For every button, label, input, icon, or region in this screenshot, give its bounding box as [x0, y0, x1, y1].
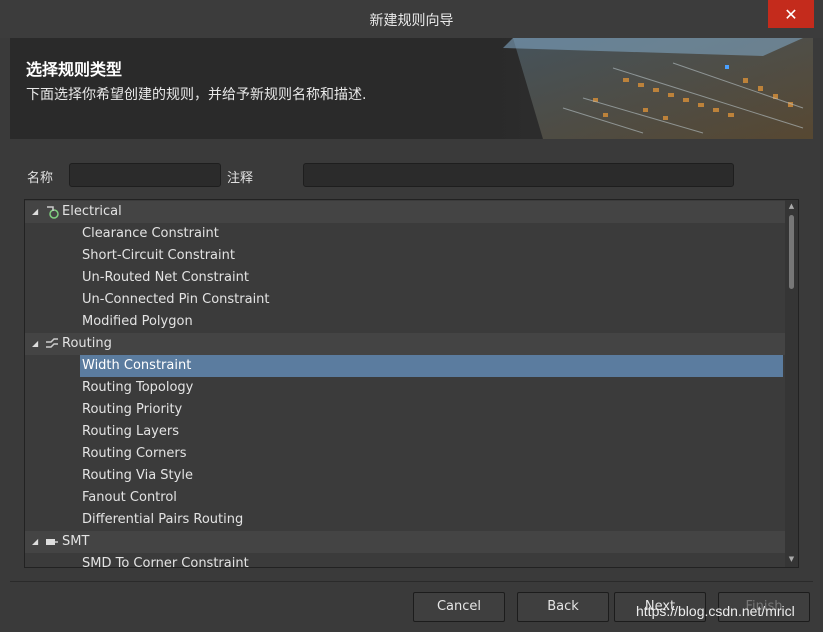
tree-item[interactable]: Routing Topology	[25, 377, 785, 399]
routing-icon	[46, 338, 58, 348]
scroll-thumb[interactable]	[789, 215, 794, 289]
name-input[interactable]	[69, 163, 221, 187]
tree-item-label: Differential Pairs Routing	[82, 512, 244, 527]
banner-description: 下面选择你希望创建的规则，并给予新规则名称和描述.	[26, 87, 367, 103]
scroll-up-arrow-icon[interactable]: ▲	[785, 202, 798, 214]
cancel-button[interactable]: Cancel	[413, 592, 505, 622]
tree-item[interactable]: Short-Circuit Constraint	[25, 245, 785, 267]
tree-item-label: Un-Routed Net Constraint	[82, 270, 249, 285]
tree-item-label: Un-Connected Pin Constraint	[82, 292, 270, 307]
close-button[interactable]: ✕	[768, 0, 814, 28]
banner-heading: 选择规则类型	[26, 60, 123, 79]
tree-item[interactable]: Routing Corners	[25, 443, 785, 465]
tree-item-label: Routing Layers	[82, 424, 179, 439]
tree-item[interactable]: SMD To Corner Constraint	[25, 553, 785, 568]
smt-icon	[46, 539, 58, 545]
tree-item[interactable]: Un-Routed Net Constraint	[25, 267, 785, 289]
tree-item[interactable]: Clearance Constraint	[25, 223, 785, 245]
scroll-down-arrow-icon[interactable]: ▼	[785, 555, 798, 567]
tree-item[interactable]: Fanout Control	[25, 487, 785, 509]
comment-input[interactable]	[303, 163, 734, 187]
tree-item[interactable]: Routing Layers	[25, 421, 785, 443]
tree-item-label: Routing Priority	[82, 402, 183, 417]
tree-item-label: Routing Topology	[82, 380, 194, 395]
electrical-icon	[47, 206, 59, 219]
tree-group-label: SMT	[62, 534, 90, 549]
tree-group-smt[interactable]: ◢ SMT	[25, 531, 785, 553]
footer-divider	[10, 581, 813, 582]
tree-item[interactable]: Differential Pairs Routing	[25, 509, 785, 531]
tree-item[interactable]: Modified Polygon	[25, 311, 785, 333]
close-icon: ✕	[784, 4, 798, 24]
collapse-arrow-icon[interactable]: ◢	[32, 201, 38, 223]
tree-group-routing[interactable]: ◢ Routing	[25, 333, 785, 355]
tree-item-label: Routing Via Style	[82, 468, 193, 483]
wizard-banner: 选择规则类型 下面选择你希望创建的规则，并给予新规则名称和描述.	[10, 38, 813, 139]
tree-item[interactable]: Routing Via Style	[25, 465, 785, 487]
tree-item-label: SMD To Corner Constraint	[82, 556, 249, 568]
tree-item-selected[interactable]: Width Constraint	[25, 355, 785, 377]
collapse-arrow-icon[interactable]: ◢	[32, 333, 38, 355]
tree-group-electrical[interactable]: ◢ Electrical	[25, 201, 785, 223]
title-bar: 新建规则向导 ✕	[0, 0, 823, 38]
tree-item-label: Modified Polygon	[82, 314, 193, 329]
window-title: 新建规则向导	[369, 13, 454, 29]
watermark-text: https://blog.csdn.net/mricl	[636, 603, 795, 619]
tree-item-label: Fanout Control	[82, 490, 177, 505]
comment-label: 注释	[227, 171, 254, 186]
tree-item-label: Short-Circuit Constraint	[82, 248, 235, 263]
vertical-scrollbar[interactable]: ▲ ▼	[785, 200, 798, 567]
tree-item[interactable]: Routing Priority	[25, 399, 785, 421]
tree-group-label: Routing	[62, 336, 112, 351]
tree-group-label: Electrical	[62, 204, 122, 219]
tree-item[interactable]: Un-Connected Pin Constraint	[25, 289, 785, 311]
tree-item-label: Width Constraint	[80, 355, 783, 377]
name-label: 名称	[27, 171, 54, 186]
rule-type-tree[interactable]: ◢ Electrical Clearance Constraint Short-…	[24, 199, 799, 568]
tree-item-label: Routing Corners	[82, 446, 187, 461]
collapse-arrow-icon[interactable]: ◢	[32, 531, 38, 553]
back-button[interactable]: Back	[517, 592, 609, 622]
pcb-banner-image	[503, 38, 813, 139]
tree-item-label: Clearance Constraint	[82, 226, 219, 241]
